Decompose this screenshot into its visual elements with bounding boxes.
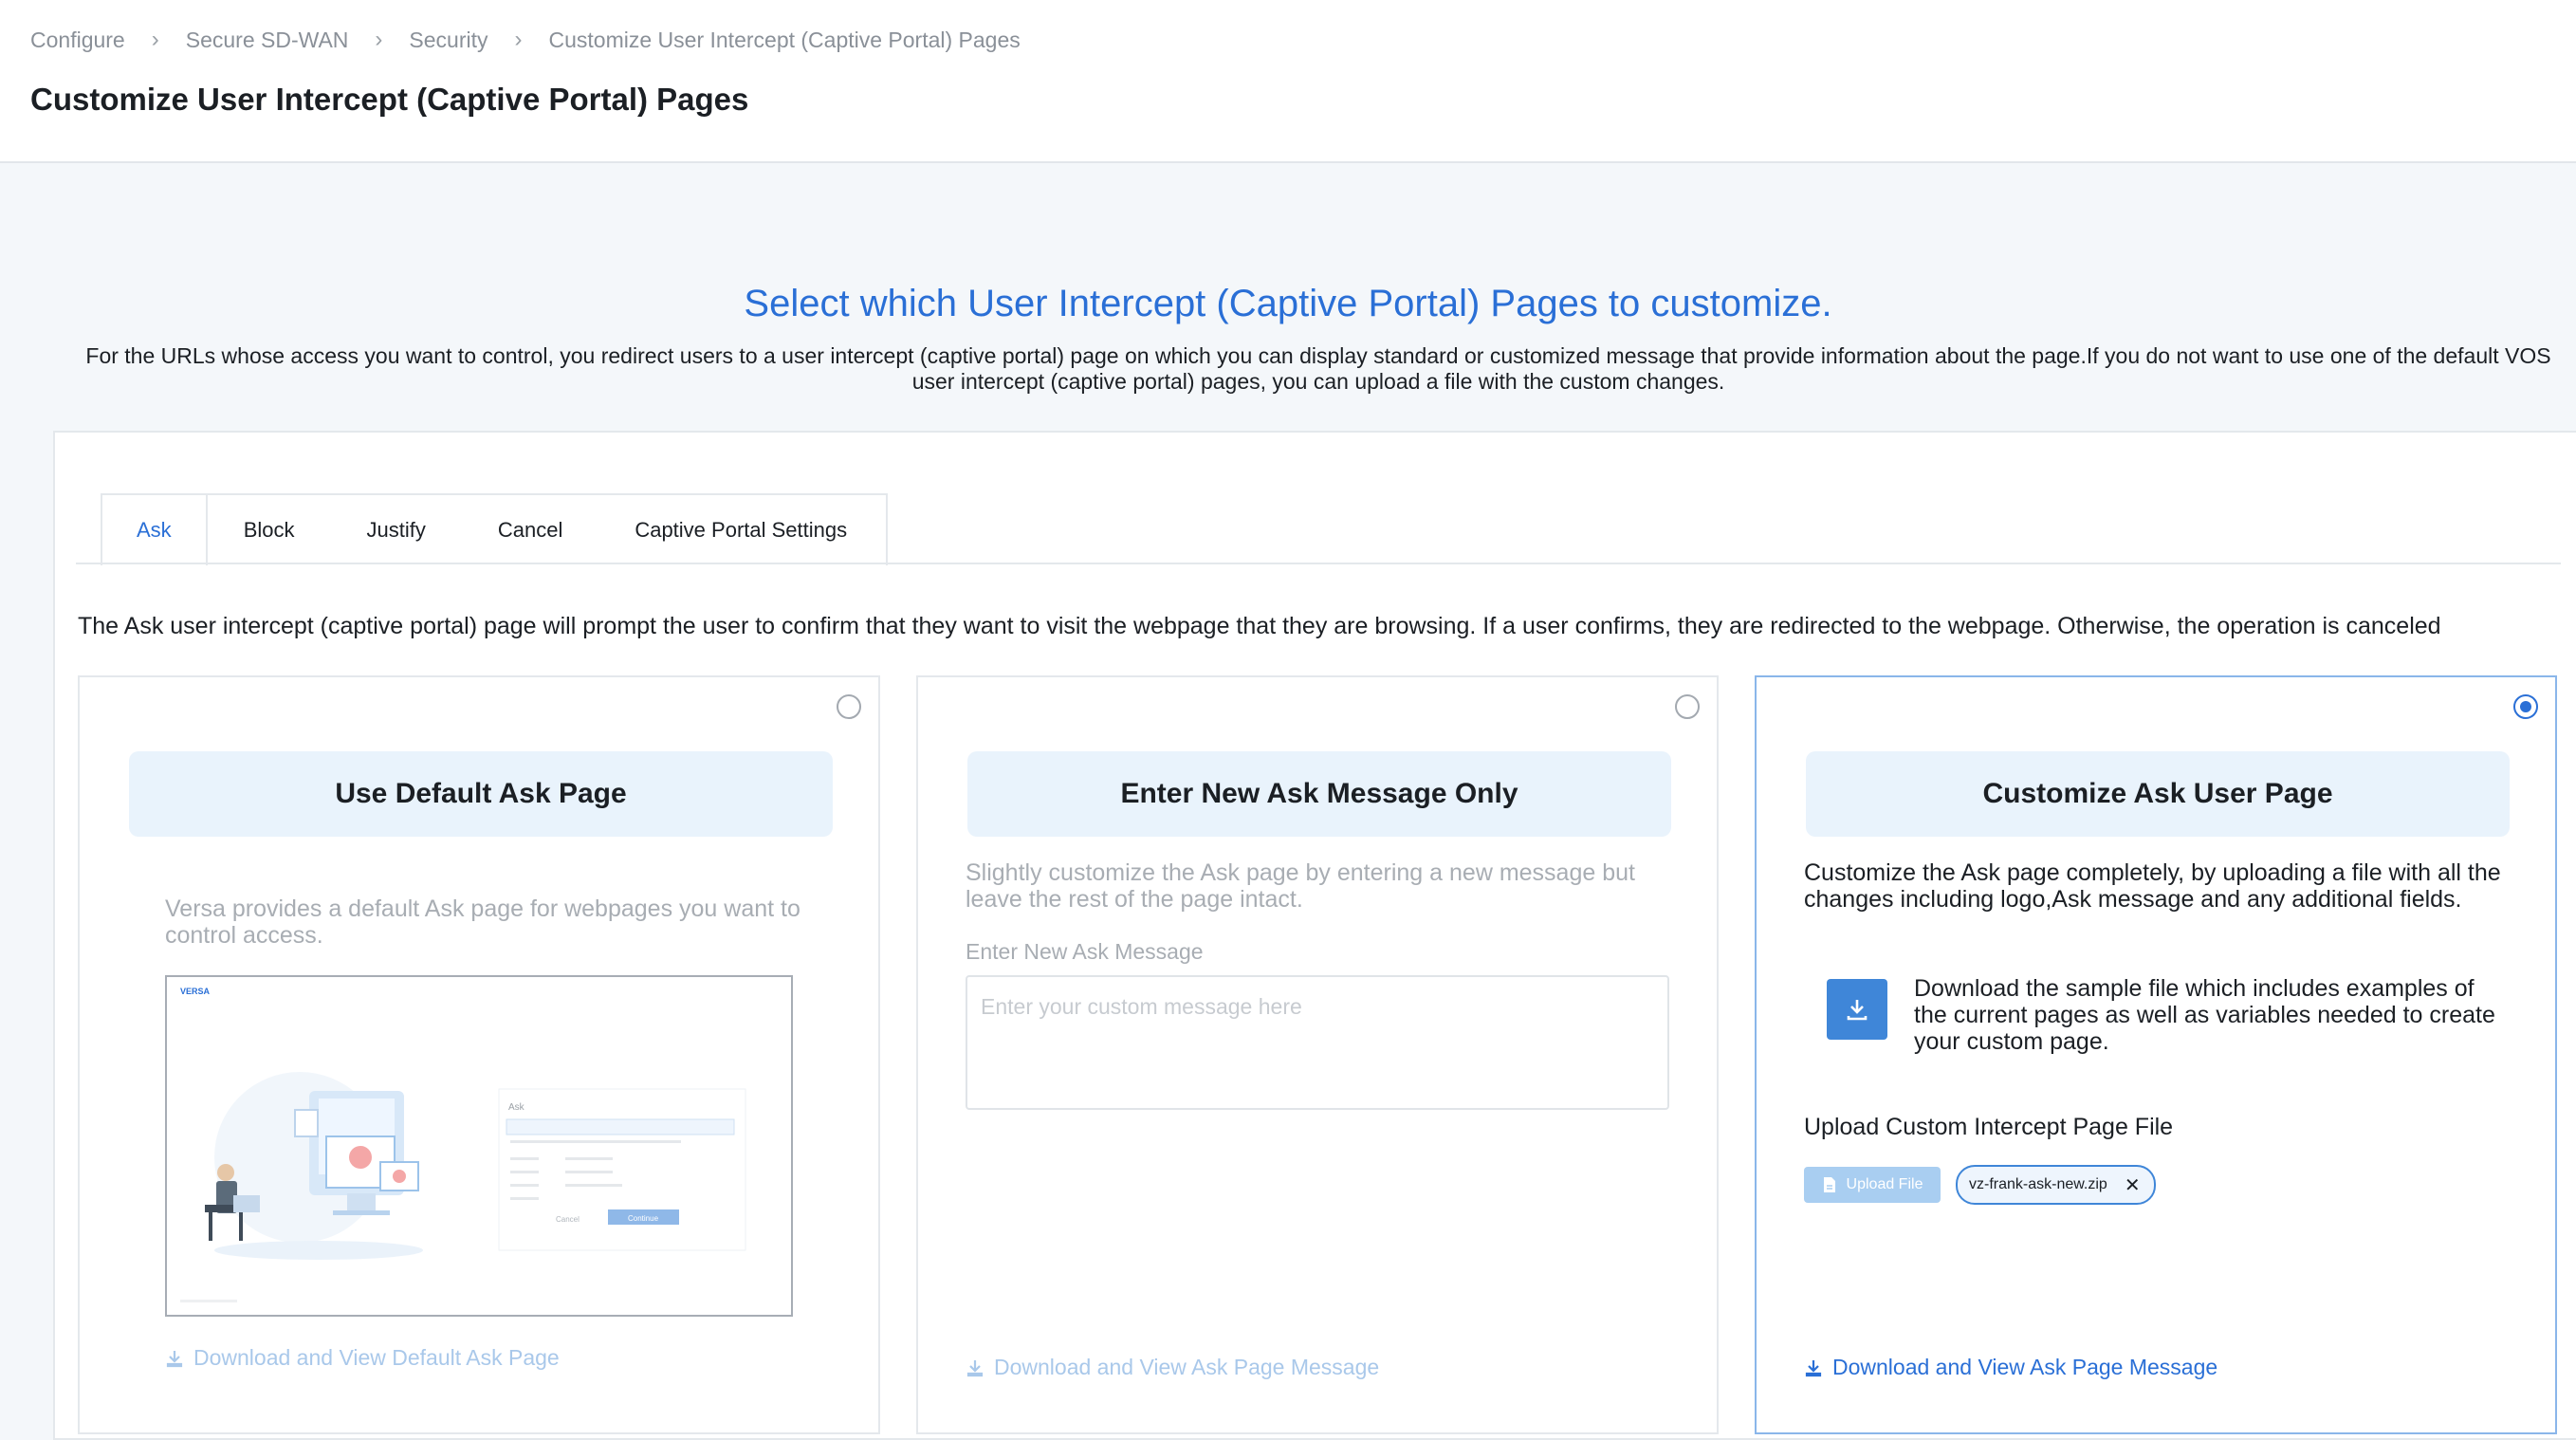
breadcrumb-security[interactable]: Security [409, 28, 488, 53]
breadcrumb: Configure › Secure SD-WAN › Security › C… [30, 27, 1021, 53]
download-icon [1805, 1359, 1822, 1376]
default-option-radio[interactable] [837, 694, 861, 719]
preview-brand: VERSA [180, 987, 211, 996]
breadcrumb-current: Customize User Intercept (Captive Portal… [548, 27, 1021, 52]
tab-bar: Ask Block Justify Cancel Captive Portal … [101, 493, 888, 565]
download-sample-text: Download the sample file which includes … [1914, 975, 2495, 1055]
card-title: Use Default Ask Page [129, 751, 833, 837]
tab-ask[interactable]: Ask [102, 495, 208, 565]
upload-button-label: Upload File [1846, 1176, 1923, 1192]
download-default-ask-link[interactable]: Download and View Default Ask Page [165, 1345, 560, 1371]
preview-illustration: VERSA Ask Cancel Continue [180, 987, 746, 1302]
preview-heading: Ask [508, 1102, 525, 1113]
download-icon [1847, 1000, 1868, 1021]
breadcrumb-secure-sd-wan[interactable]: Secure SD-WAN [186, 28, 349, 53]
ask-message-textarea[interactable]: Enter your custom message here [966, 975, 1669, 1110]
chevron-right-icon: › [375, 27, 383, 52]
uploaded-file-chip: vz-frank-ask-new.zip ✕ [1956, 1165, 2156, 1205]
link-label: Download and View Ask Page Message [1832, 1355, 2218, 1379]
tab-cancel[interactable]: Cancel [462, 495, 598, 565]
preview-cancel-label: Cancel [556, 1215, 580, 1224]
tab-captive-portal-settings[interactable]: Captive Portal Settings [598, 495, 883, 565]
hero-title: Select which User Intercept (Captive Por… [744, 283, 1832, 324]
link-label: Download and View Ask Page Message [994, 1355, 1380, 1379]
chevron-right-icon: › [514, 27, 523, 52]
download-ask-message-link[interactable]: Download and View Ask Page Message [966, 1355, 1379, 1380]
card-description: Slightly customize the Ask page by enter… [966, 859, 1635, 913]
card-description: Customize the Ask page completely, by up… [1804, 859, 2501, 913]
file-name: vz-frank-ask-new.zip [1969, 1176, 2107, 1192]
ask-intro-text: The Ask user intercept (captive portal) … [78, 613, 2441, 639]
preview-continue-label: Continue [628, 1214, 659, 1223]
upload-label: Upload Custom Intercept Page File [1804, 1114, 2174, 1140]
breadcrumb-configure[interactable]: Configure [30, 28, 125, 53]
tab-divider [76, 563, 2561, 564]
tab-justify[interactable]: Justify [330, 495, 461, 565]
link-label: Download and View Default Ask Page [193, 1345, 560, 1370]
download-icon [166, 1350, 183, 1367]
download-icon [966, 1359, 984, 1376]
download-ask-page-message-link[interactable]: Download and View Ask Page Message [1804, 1355, 2217, 1380]
card-title: Customize Ask User Page [1806, 751, 2510, 837]
option-card-default[interactable]: Use Default Ask Page Versa provides a de… [78, 675, 880, 1434]
card-description: Versa provides a default Ask page for we… [165, 895, 800, 949]
tab-block[interactable]: Block [208, 495, 331, 565]
default-page-preview: VERSA Ask Cancel Continue [165, 975, 793, 1317]
option-card-message[interactable]: Enter New Ask Message Only Slightly cust… [916, 675, 1719, 1434]
card-title: Enter New Ask Message Only [967, 751, 1671, 837]
upload-file-button[interactable]: Upload File [1804, 1167, 1941, 1203]
custom-option-radio[interactable] [2513, 694, 2538, 719]
chevron-right-icon: › [151, 27, 159, 52]
option-card-custom[interactable]: Customize Ask User Page Customize the As… [1755, 675, 2557, 1434]
message-option-radio[interactable] [1675, 694, 1700, 719]
ask-message-label: Enter New Ask Message [966, 939, 1204, 964]
close-icon[interactable]: ✕ [2125, 1173, 2141, 1197]
upload-file-icon [1823, 1177, 1835, 1192]
hero-description: For the URLs whose access you want to co… [85, 343, 2551, 394]
page-header: Configure › Secure SD-WAN › Security › C… [0, 0, 2576, 163]
download-sample-button[interactable] [1827, 979, 1887, 1040]
page-title: Customize User Intercept (Captive Portal… [30, 82, 749, 117]
